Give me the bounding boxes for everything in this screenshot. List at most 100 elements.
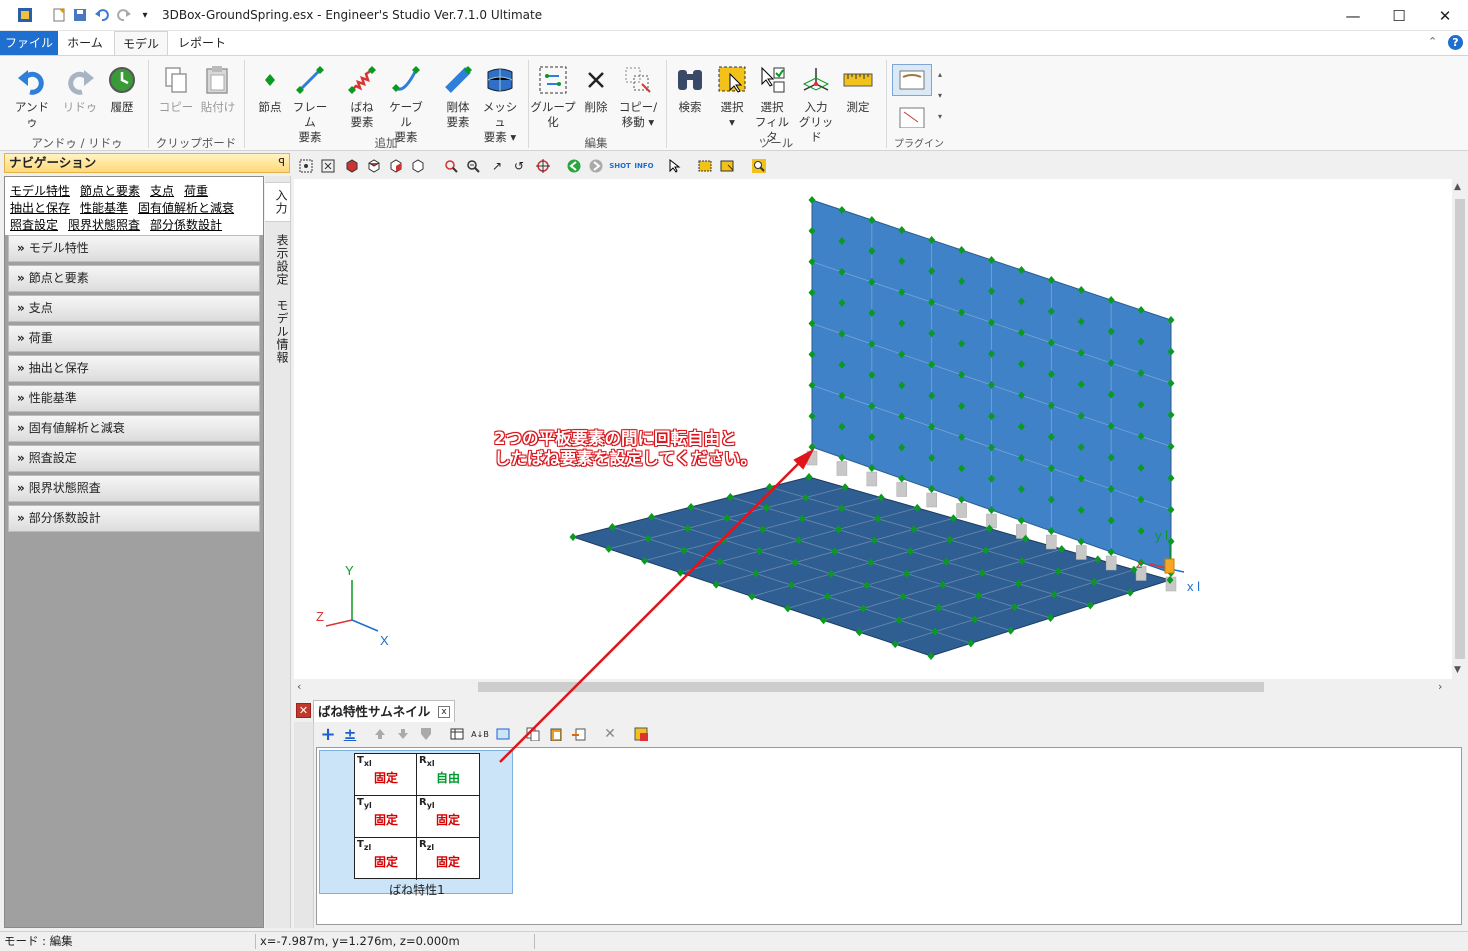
cable-element-button[interactable]: ケーブル 要素 [384,62,428,145]
nav-item-model-properties[interactable]: » モデル特性 [8,235,260,262]
copy-move-button[interactable]: コピー/移動 ▾ [614,62,662,130]
viewport-horizontal-scrollbar[interactable]: ‹ › [294,679,1452,695]
tab-model-info[interactable]: モデル情報 [265,296,291,366]
rotate-icon[interactable]: ↺ [510,157,528,175]
grouping-button[interactable]: グループ化 [530,62,576,130]
zoom-out-icon[interactable] [464,157,482,175]
tab-display-settings[interactable]: 表示設定 [265,230,291,290]
tab-file[interactable]: ファイル [0,31,58,55]
redo-button[interactable]: リドゥ [58,62,102,115]
plugin-gallery-scroll[interactable]: ▴ ▾ ▾ [934,64,946,128]
nav-link-performance-criteria[interactable]: 性能基準 [80,201,128,215]
tab-input[interactable]: 入力 [265,182,291,222]
nav-item-supports[interactable]: » 支点 [8,295,260,322]
nav-link-check-settings[interactable]: 照査設定 [10,218,58,232]
zoom-all-icon[interactable] [297,157,315,175]
spring-property-thumbnail[interactable]: Txl 固定 Rxl 自由 Tyl 固定 Ryl 固定 Tzl 固定 Rzl 固… [319,750,513,897]
thumbnail-view-icon[interactable] [494,725,512,743]
tab-model[interactable]: モデル [114,31,168,55]
mesh-element-button[interactable]: メッシュ 要素 ▾ [478,62,522,145]
pointer-select-icon[interactable] [666,157,684,175]
horizontal-scroll-thumb[interactable] [478,682,1264,692]
insert-icon[interactable]: ± [341,725,359,743]
viewport-vertical-scrollbar[interactable]: ▲ ▼ [1452,179,1468,679]
help-icon[interactable]: ? [1448,35,1463,50]
table-view-icon[interactable] [448,725,466,743]
customize-quick-access-icon[interactable]: ▾ [136,6,154,24]
nav-item-partial-factor[interactable]: » 部分係数設計 [8,505,260,532]
panel-close-icon[interactable]: ✕ [296,703,311,718]
undo-icon[interactable] [93,6,111,24]
plugin-gallery-item-2[interactable] [892,100,932,128]
zoom-window-icon[interactable] [442,157,460,175]
center-target-icon[interactable] [534,157,552,175]
forward-arrow-icon[interactable] [587,157,605,175]
info-icon[interactable]: INFO [634,157,653,175]
view-front-icon[interactable] [365,157,383,175]
nav-link-eigenvalue[interactable]: 固有値解析と減衰 [138,201,234,215]
nav-link-partial-factor[interactable]: 部分係数設計 [150,218,222,232]
tab-home[interactable]: ホーム [58,31,112,55]
find-icon[interactable] [750,157,768,175]
copy-button[interactable]: コピー [154,62,198,115]
back-arrow-icon[interactable] [565,157,583,175]
minimize-button[interactable]: — [1330,0,1376,31]
model-viewport[interactable]: y l z x l Y Z X 2つの平板要素の間に回転自由と したばね要素を設定してくだ… [294,179,1452,679]
scroll-up-icon[interactable]: ▲ [1454,182,1461,192]
select-filter-button[interactable]: 選択 フィルタ [750,62,794,145]
nav-item-extract-save[interactable]: » 抽出と保存 [8,355,260,382]
save-icon[interactable] [71,6,89,24]
add-icon[interactable]: + [319,724,337,745]
view-side-icon[interactable] [387,157,405,175]
sort-az-icon[interactable]: A↓B [471,725,489,743]
nav-link-loads[interactable]: 荷重 [184,184,208,198]
undo-button[interactable]: アンドゥ [10,62,54,130]
scroll-right-icon[interactable]: › [1438,680,1442,693]
history-button[interactable]: 履歴 [100,62,144,115]
pan-icon[interactable]: ↗ [488,157,506,175]
close-button[interactable]: ✕ [1422,0,1468,31]
copy-item-icon[interactable] [524,725,542,743]
nav-link-limit-state[interactable]: 限界状態照査 [68,218,140,232]
vertical-scroll-thumb[interactable] [1455,199,1465,659]
nav-item-loads[interactable]: » 荷重 [8,325,260,352]
paste-item-icon[interactable] [547,725,565,743]
properties-icon[interactable] [632,725,650,743]
snapshot-icon[interactable]: SHOT [609,157,631,175]
highlight-select-2-icon[interactable] [718,157,736,175]
nav-item-nodes-elements[interactable]: » 節点と要素 [8,265,260,292]
nav-link-extract-save[interactable]: 抽出と保存 [10,201,70,215]
nav-link-supports[interactable]: 支点 [150,184,174,198]
select-button[interactable]: 選択 ▾ [710,62,754,130]
import-icon[interactable] [570,725,588,743]
pin-icon[interactable]: ꟼ [278,154,285,172]
zoom-fit-icon[interactable] [319,157,337,175]
nav-item-eigenvalue[interactable]: » 固有値解析と減衰 [8,415,260,442]
paste-button[interactable]: 貼付け [196,62,240,115]
move-down-icon[interactable] [394,725,412,743]
rigid-element-button[interactable]: 剛体 要素 [436,62,480,130]
frame-element-button[interactable]: フレーム 要素 [288,62,332,145]
nav-item-check-settings[interactable]: » 照査設定 [8,445,260,472]
delete-item-icon[interactable]: ✕ [601,725,619,743]
move-up-icon[interactable] [371,725,389,743]
move-bottom-icon[interactable] [417,725,435,743]
redo-icon[interactable] [115,6,133,24]
search-button[interactable]: 検索 [668,62,712,115]
view-top-icon[interactable] [409,157,427,175]
highlight-select-icon[interactable] [696,157,714,175]
tab-spring-thumbnails[interactable]: ばね特性サムネイル x [313,700,455,722]
nav-link-model-properties[interactable]: モデル特性 [10,184,70,198]
nav-item-limit-state[interactable]: » 限界状態照査 [8,475,260,502]
delete-button[interactable]: 削除 [574,62,618,115]
view-iso-icon[interactable] [343,157,361,175]
scroll-left-icon[interactable]: ‹ [297,680,301,693]
nav-link-nodes-elements[interactable]: 節点と要素 [80,184,140,198]
measure-button[interactable]: 測定 [836,62,880,115]
maximize-button[interactable]: ☐ [1376,0,1422,31]
collapse-ribbon-icon[interactable]: ⌃ [1428,35,1437,48]
input-grid-button[interactable]: 入力 グリッド [794,62,838,145]
plugin-gallery-item-1[interactable] [892,64,932,96]
new-file-icon[interactable] [50,6,68,24]
node-button[interactable]: 節点 [248,62,292,115]
